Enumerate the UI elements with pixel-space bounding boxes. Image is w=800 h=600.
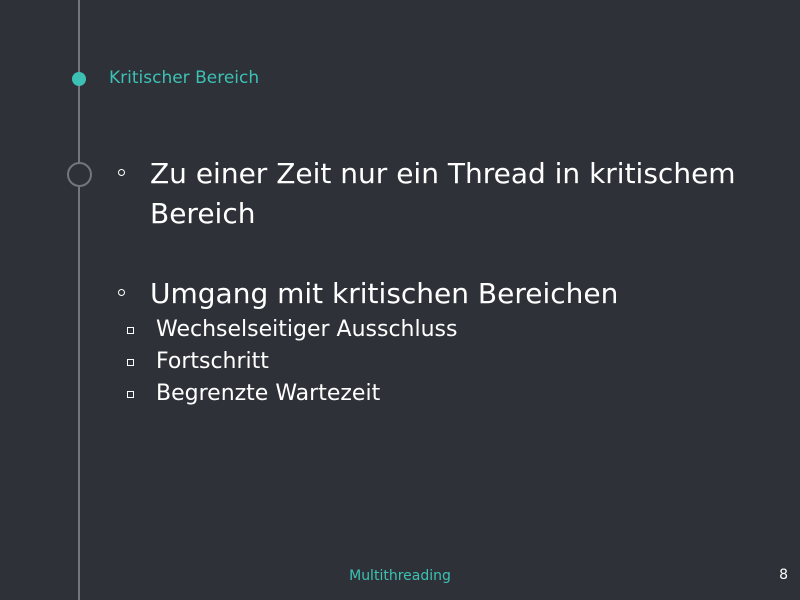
- page-number: 8: [779, 567, 788, 583]
- section-title: Kritischer Bereich: [109, 68, 260, 88]
- timeline-line: [78, 0, 80, 600]
- bullet-text: Umgang mit kritischen Bereichen: [150, 277, 619, 310]
- footer-title: Multithreading: [349, 568, 451, 584]
- bullet-text: Zu einer Zeit nur ein Thread in kritisch…: [150, 157, 736, 230]
- circle-bullet-icon: [118, 289, 125, 296]
- sub-bullet-item: Wechselseitiger Ausschluss: [116, 314, 756, 346]
- square-bullet-icon: [127, 327, 134, 334]
- circle-bullet-icon: [118, 169, 125, 176]
- sub-bullet-item: Fortschritt: [116, 346, 756, 378]
- sub-bullet-item: Begrenzte Wartezeit: [116, 378, 756, 410]
- square-bullet-icon: [127, 359, 134, 366]
- sub-bullet-list: Wechselseitiger Ausschluss Fortschritt B…: [116, 314, 756, 410]
- slide-content: Zu einer Zeit nur ein Thread in kritisch…: [116, 154, 756, 410]
- sub-bullet-text: Wechselseitiger Ausschluss: [156, 317, 458, 342]
- slide: Kritischer Bereich Zu einer Zeit nur ein…: [0, 0, 800, 600]
- square-bullet-icon: [127, 391, 134, 398]
- bullet-item: Zu einer Zeit nur ein Thread in kritisch…: [116, 154, 756, 234]
- bullet-item: Umgang mit kritischen Bereichen: [116, 274, 756, 314]
- timeline-ring-marker: [67, 162, 92, 187]
- timeline-active-dot: [72, 72, 86, 86]
- sub-bullet-text: Begrenzte Wartezeit: [156, 381, 381, 406]
- sub-bullet-text: Fortschritt: [156, 349, 269, 374]
